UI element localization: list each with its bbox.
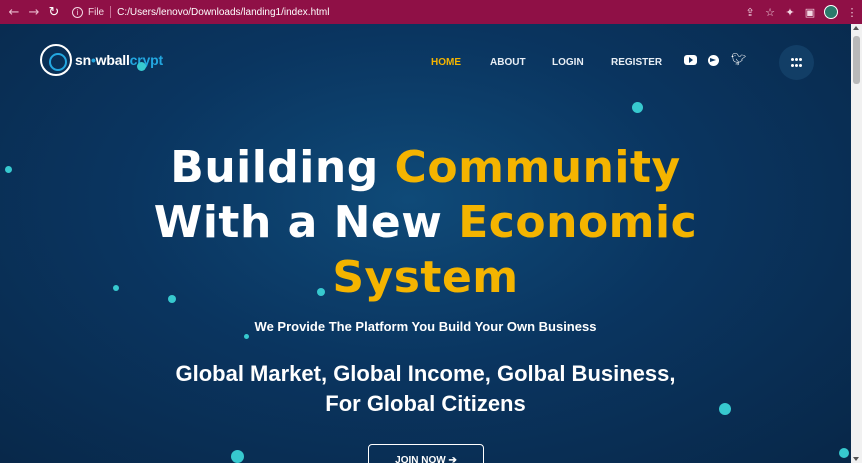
youtube-icon[interactable] xyxy=(684,55,697,65)
page-scrollbar[interactable] xyxy=(851,24,862,463)
particle-dot xyxy=(5,166,12,173)
more-menu-icon[interactable]: ⋮ xyxy=(842,0,862,24)
twitter-icon[interactable]: 🐦︎ xyxy=(731,53,746,65)
reload-icon[interactable]: ↻ xyxy=(44,0,64,24)
particle-dot xyxy=(632,102,643,113)
hero-title: Building Community With a New Economic S… xyxy=(153,142,698,303)
join-now-button[interactable]: JOIN NOW ➔ xyxy=(368,444,484,463)
landing-page: sn•wballcrypt HOME ABOUT LOGIN REGISTER … xyxy=(0,24,851,463)
particle-dot xyxy=(244,334,249,339)
info-icon[interactable]: i xyxy=(72,6,83,18)
particle-dot xyxy=(719,403,731,415)
particle-dot xyxy=(137,62,146,71)
scroll-down-icon[interactable] xyxy=(853,457,859,461)
profile-avatar[interactable] xyxy=(824,5,838,19)
nav-about[interactable]: ABOUT xyxy=(490,57,526,68)
browser-toolbar: ← → ↻ i File C:/Users/lenovo/Downloads/l… xyxy=(0,0,862,24)
grid-menu-button[interactable] xyxy=(779,45,814,80)
scroll-up-icon[interactable] xyxy=(853,26,859,30)
back-arrow-icon[interactable]: ← xyxy=(4,0,24,24)
forward-arrow-icon[interactable]: → xyxy=(24,0,44,24)
particle-dot xyxy=(231,450,244,463)
brand-logo[interactable]: sn•wballcrypt xyxy=(40,44,163,76)
particle-dot xyxy=(839,448,849,458)
nav-login[interactable]: LOGIN xyxy=(552,57,584,68)
brand-name: sn•wballcrypt xyxy=(75,52,163,68)
address-separator xyxy=(110,6,112,18)
hero-subtitle: We Provide The Platform You Build Your O… xyxy=(254,319,597,334)
address-url[interactable]: C:/Users/lenovo/Downloads/landing1/index… xyxy=(117,7,329,18)
particle-dot xyxy=(113,285,119,291)
share-icon[interactable]: ⇪ xyxy=(740,0,760,24)
sidepanel-icon[interactable]: ▣ xyxy=(800,0,820,24)
nav-register[interactable]: REGISTER xyxy=(611,57,662,68)
nav-home[interactable]: HOME xyxy=(431,57,461,68)
particle-dot xyxy=(168,295,176,303)
scroll-thumb[interactable] xyxy=(853,36,860,84)
telegram-icon[interactable] xyxy=(708,55,719,66)
particle-dot xyxy=(317,288,325,296)
address-prefix: File xyxy=(88,6,105,18)
address-bar[interactable]: i File C:/Users/lenovo/Downloads/landing… xyxy=(72,0,329,24)
extensions-icon[interactable]: ✦ xyxy=(780,0,800,24)
star-icon[interactable]: ☆ xyxy=(760,0,780,24)
logo-icon xyxy=(40,44,72,76)
